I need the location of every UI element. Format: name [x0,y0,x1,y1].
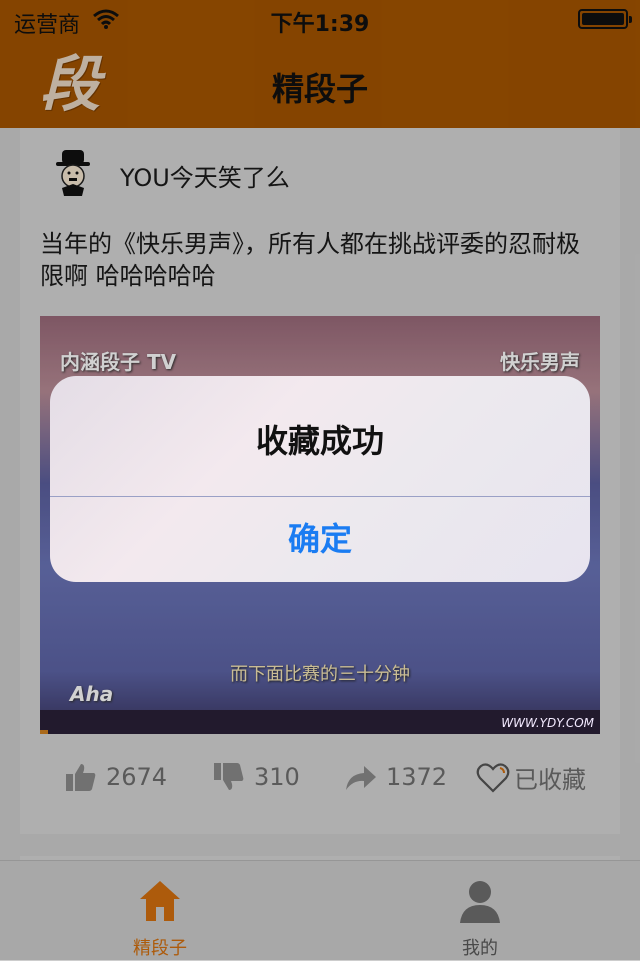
video-url: WWW.YDY.COM [501,716,594,730]
alert-dialog: 收藏成功 确定 [50,376,590,582]
confirm-button[interactable]: 确定 [50,497,590,582]
alert-title: 收藏成功 [255,422,384,460]
